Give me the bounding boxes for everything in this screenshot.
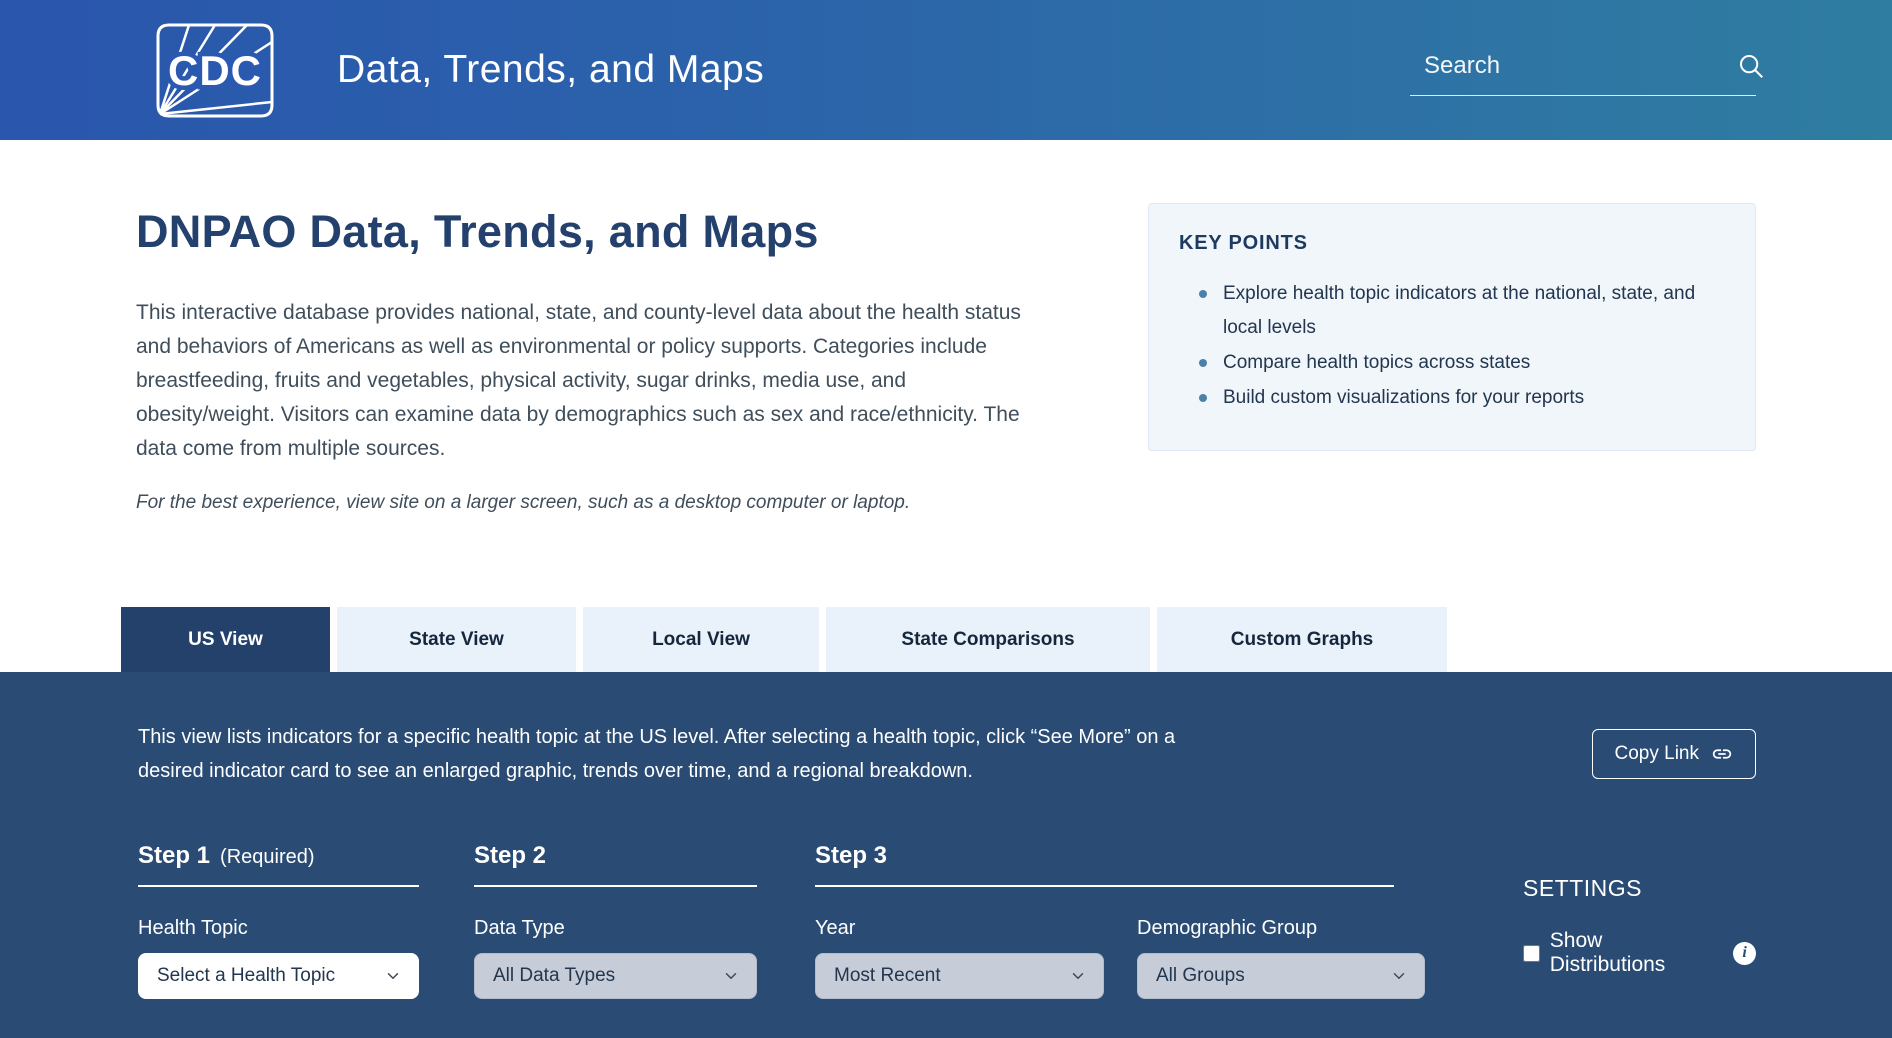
tab-state-view[interactable]: State View [337, 607, 576, 672]
year-field: Year Most Recent [815, 887, 1104, 999]
chevron-down-icon [1069, 967, 1087, 985]
settings-column: SETTINGS Show Distributions i [1523, 842, 1756, 999]
intro-section: DNPAO Data, Trends, and Maps This intera… [0, 140, 1892, 514]
data-type-value: All Data Types [493, 965, 722, 987]
demographic-group-label: Demographic Group [1137, 917, 1425, 940]
app-title: Data, Trends, and Maps [337, 48, 764, 92]
search-bar [1410, 45, 1756, 96]
copy-link-button[interactable]: Copy Link [1592, 729, 1757, 779]
demographic-group-value: All Groups [1156, 965, 1390, 987]
app-header: CDC Data, Trends, and Maps [0, 0, 1892, 140]
key-point-item: Build custom visualizations for your rep… [1179, 381, 1725, 415]
health-topic-label: Health Topic [138, 917, 419, 940]
link-icon [1711, 743, 1733, 765]
demographic-group-field: Demographic Group All Groups [1137, 887, 1425, 999]
settings-title: SETTINGS [1523, 875, 1756, 902]
search-icon [1736, 51, 1766, 81]
step-2-title: Step 2 [474, 842, 546, 870]
health-topic-value: Select a Health Topic [157, 965, 384, 987]
view-tabs: US View State View Local View State Comp… [121, 607, 1892, 672]
step-1-required-tag: (Required) [220, 846, 314, 869]
tab-custom-graphs[interactable]: Custom Graphs [1157, 607, 1447, 672]
search-input[interactable] [1424, 52, 1734, 80]
step-2-column: Step 2 Data Type All Data Types [474, 842, 757, 999]
step-controls: Step 1 (Required) Health Topic Select a … [138, 842, 1756, 999]
step-3-column: Step 3 Year Most Recent Demographic Grou… [815, 842, 1425, 999]
tab-us-view[interactable]: US View [121, 607, 330, 672]
page-description: This interactive database provides natio… [136, 296, 1024, 466]
key-points-list: Explore health topic indicators at the n… [1179, 277, 1725, 415]
data-type-label: Data Type [474, 917, 757, 940]
key-point-item: Explore health topic indicators at the n… [1179, 277, 1725, 345]
step-1-title: Step 1 [138, 842, 210, 870]
step-1-column: Step 1 (Required) Health Topic Select a … [138, 842, 419, 999]
data-type-select[interactable]: All Data Types [474, 953, 757, 999]
year-value: Most Recent [834, 965, 1069, 987]
step-3-title: Step 3 [815, 842, 887, 870]
show-distributions-label: Show Distributions [1550, 929, 1722, 977]
cdc-logo-text: CDC [168, 47, 262, 94]
best-experience-note: For the best experience, view site on a … [136, 492, 1024, 514]
key-point-item: Compare health topics across states [1179, 346, 1725, 380]
health-topic-select[interactable]: Select a Health Topic [138, 953, 419, 999]
tab-state-comparisons[interactable]: State Comparisons [826, 607, 1150, 672]
key-points-panel: KEY POINTS Explore health topic indicato… [1148, 203, 1756, 451]
demographic-group-select[interactable]: All Groups [1137, 953, 1425, 999]
us-view-panel: This view lists indicators for a specifi… [0, 672, 1892, 1038]
copy-link-label: Copy Link [1615, 743, 1700, 765]
show-distributions-checkbox[interactable] [1523, 945, 1540, 962]
key-points-title: KEY POINTS [1179, 232, 1725, 255]
chevron-down-icon [722, 967, 740, 985]
tab-local-view[interactable]: Local View [583, 607, 819, 672]
view-description: This view lists indicators for a specifi… [138, 720, 1193, 788]
chevron-down-icon [1390, 967, 1408, 985]
search-button[interactable] [1734, 51, 1768, 81]
cdc-logo[interactable]: CDC [155, 22, 275, 119]
page-title: DNPAO Data, Trends, and Maps [136, 206, 1024, 258]
info-icon[interactable]: i [1733, 942, 1756, 965]
year-label: Year [815, 917, 1104, 940]
chevron-down-icon [384, 967, 402, 985]
year-select[interactable]: Most Recent [815, 953, 1104, 999]
